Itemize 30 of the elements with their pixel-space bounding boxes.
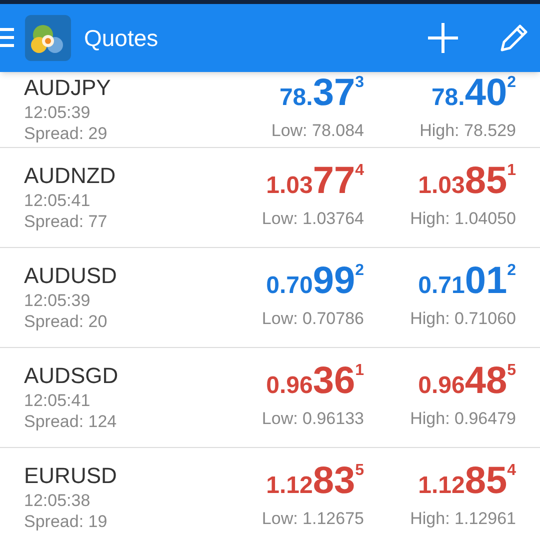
high-price: High: 1.12961 bbox=[410, 508, 516, 530]
low-price: Low: 0.96133 bbox=[262, 408, 364, 430]
symbol-name: AUDSGD bbox=[24, 362, 118, 390]
quote-time: 12:05:38 bbox=[24, 490, 92, 511]
low-price: Low: 78.084 bbox=[271, 120, 364, 142]
symbol-name: EURUSD bbox=[24, 462, 117, 490]
high-price: High: 78.529 bbox=[420, 120, 516, 142]
spread-text: Spread: 20 bbox=[24, 310, 108, 332]
low-price: Low: 1.12675 bbox=[262, 508, 364, 530]
quote-time: 12:05:39 bbox=[24, 102, 92, 123]
symbol-name: AUDNZD bbox=[24, 162, 116, 190]
spread-text: Spread: 77 bbox=[24, 210, 108, 232]
add-icon[interactable] bbox=[426, 21, 460, 55]
high-price: High: 1.04050 bbox=[410, 208, 516, 230]
pencil-icon[interactable] bbox=[498, 22, 530, 54]
menu-icon[interactable] bbox=[0, 27, 14, 49]
quote-time: 12:05:39 bbox=[24, 290, 92, 311]
high-price: High: 0.96479 bbox=[410, 408, 516, 430]
symbol-name: AUDUSD bbox=[24, 262, 117, 290]
spread-text: Spread: 124 bbox=[24, 410, 118, 432]
low-price: Low: 1.03764 bbox=[262, 208, 364, 230]
quote-time: 12:05:41 bbox=[24, 390, 92, 411]
low-price: Low: 0.70786 bbox=[262, 308, 364, 330]
app-logo-icon[interactable] bbox=[25, 15, 71, 61]
symbol-name: AUDJPY bbox=[24, 74, 111, 102]
high-price: High: 0.71060 bbox=[410, 308, 516, 330]
spread-text: Spread: 29 bbox=[24, 122, 108, 144]
quote-time: 12:05:41 bbox=[24, 190, 92, 211]
screen-title: Quotes bbox=[84, 24, 158, 53]
spread-text: Spread: 19 bbox=[24, 510, 108, 532]
